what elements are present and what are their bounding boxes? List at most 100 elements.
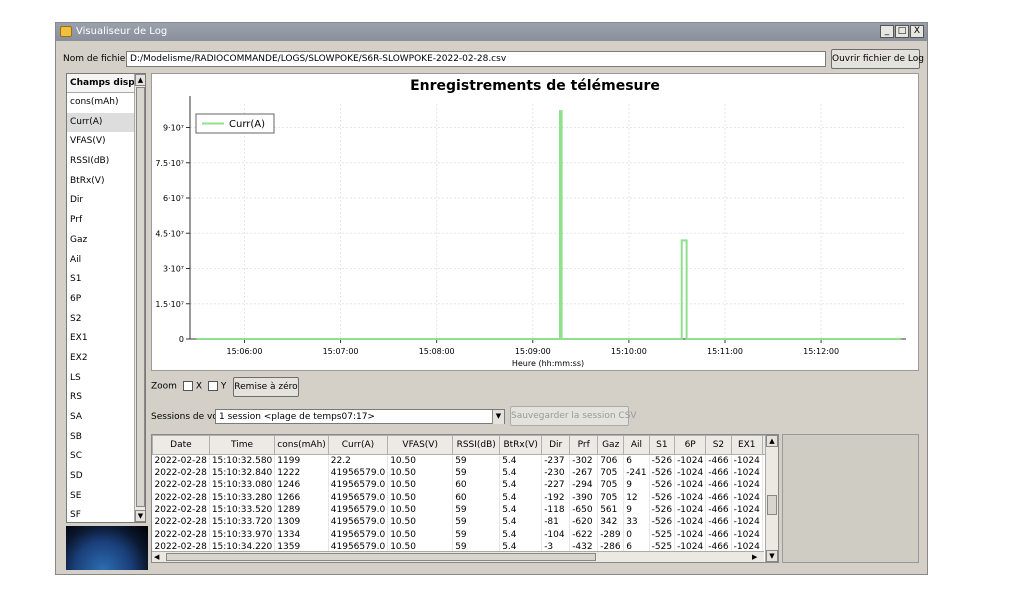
table-hscroll-thumb[interactable] (166, 553, 596, 561)
table-cell: 705 (597, 479, 625, 492)
column-header[interactable]: Ail (623, 435, 650, 455)
column-header[interactable]: Time (208, 435, 276, 455)
field-item[interactable]: S1 (67, 270, 134, 290)
field-item[interactable]: Curr(A) (67, 112, 134, 133)
zoom-x-checkbox[interactable] (182, 381, 193, 391)
column-header[interactable]: S1 (648, 435, 676, 455)
field-item[interactable]: Gaz (67, 231, 134, 251)
reset-zoom-button[interactable]: Remise à zéro (233, 377, 299, 397)
y-tick-label: 7.5·10⁷ (155, 159, 184, 168)
field-item[interactable]: BtRx(V) (67, 172, 134, 192)
field-item[interactable]: Dir (67, 191, 134, 211)
table-cell: -525 (649, 528, 676, 541)
save-session-csv-button[interactable]: Sauvegarder la session CSV (510, 406, 637, 426)
table-cell: -1024 (731, 491, 763, 504)
field-item[interactable]: RS (67, 388, 134, 408)
scroll-thumb[interactable] (136, 87, 145, 507)
field-item[interactable]: cons(mAh) (67, 93, 134, 113)
y-tick-label: 3·10⁷ (163, 265, 184, 274)
column-header[interactable]: EX1 (730, 435, 763, 455)
table-cell: -526 (649, 516, 676, 529)
field-item[interactable]: SD (67, 467, 134, 487)
zoom-y-checkbox[interactable] (207, 381, 218, 391)
table-cell: 41956579.0 (328, 479, 389, 492)
field-item[interactable]: RSSI(dB) (67, 152, 134, 172)
column-header[interactable]: Curr(A) (327, 435, 389, 455)
field-item[interactable]: SF (67, 506, 134, 522)
table-cell: 41956579.0 (328, 491, 389, 504)
field-item[interactable]: Prf (67, 211, 134, 231)
table-vscrollbar[interactable]: ▲ ▼ (765, 435, 778, 562)
column-header[interactable]: 6P (674, 435, 707, 455)
column-header[interactable]: VFAS(V) (387, 435, 454, 455)
table-cell: 15:10:33.080 (209, 479, 276, 492)
table-cell: 9 (623, 503, 650, 517)
table-cell: 59 (452, 454, 501, 467)
open-log-button[interactable]: Ouvrir fichier de Log (831, 49, 924, 69)
sessions-select[interactable]: 1 session <plage de temps07:17> ▼ (215, 409, 505, 424)
table-cell: -1024 (674, 491, 707, 504)
table-row[interactable]: 2022-02-28 15:10:33.080 1246 41956579.0 10.5… (152, 479, 778, 492)
field-item[interactable]: LS (67, 369, 134, 389)
table-cell: 5.4 (499, 467, 543, 480)
column-header[interactable]: Gaz (597, 435, 625, 455)
table-cell: 2022-02-28 (152, 528, 210, 541)
telemetry-table[interactable]: Date Time cons(mAh) Curr(A) VFAS(V) RSSI(dB) B… (151, 434, 779, 563)
maximize-button[interactable]: □ (895, 25, 909, 38)
table-row[interactable]: 2022-02-28 15:10:32.840 1222 41956579.0 10.5… (152, 467, 778, 480)
field-item[interactable]: SE (67, 487, 134, 507)
table-cell: -466 (705, 491, 732, 504)
close-button[interactable]: X (910, 25, 924, 38)
table-row[interactable]: 2022-02-28 15:10:33.720 1309 41956579.0 10.5… (152, 516, 778, 529)
scroll-right-icon[interactable]: ▶ (752, 552, 762, 562)
earth-image (66, 526, 148, 570)
field-item[interactable]: 6P (67, 290, 134, 310)
fields-scrollbar[interactable]: ▲ ▼ (134, 74, 145, 522)
table-hscrollbar[interactable]: ◀ ▶ (152, 551, 764, 562)
x-tick-label: 15:08:00 (419, 347, 455, 356)
table-cell: 342 (597, 516, 625, 529)
table-vscroll-thumb[interactable] (767, 495, 777, 515)
table-row[interactable]: 2022-02-28 15:10:33.970 1334 41956579.0 10.5… (152, 528, 778, 541)
fields-list[interactable]: Champs disponi cons(mAh)Curr(A)VFAS(V)RS… (66, 73, 146, 523)
field-item[interactable]: SB (67, 428, 134, 448)
field-item[interactable]: EX2 (67, 349, 134, 369)
table-cell: -1024 (674, 467, 707, 480)
scroll-down-icon[interactable]: ▼ (135, 510, 145, 522)
legend-label: Curr(A) (229, 119, 265, 130)
table-cell: 1309 (274, 516, 329, 529)
scroll-up-icon[interactable]: ▲ (135, 74, 145, 86)
table-scroll-down-icon[interactable]: ▼ (766, 550, 778, 562)
table-cell: 2022-02-28 (152, 467, 210, 480)
telemetry-chart[interactable]: Enregistrements de télémesure 0 1.5·10⁷ 3·1… (151, 73, 919, 371)
table-cell: -1024 (731, 528, 763, 541)
table-row[interactable]: 2022-02-28 15:10:33.520 1289 41956579.0 10.5… (152, 503, 778, 517)
field-item[interactable]: VFAS(V) (67, 132, 134, 152)
column-header[interactable]: BtRx(V) (499, 435, 543, 455)
field-item[interactable]: SC (67, 447, 134, 467)
table-row[interactable]: 2022-02-28 15:10:32.580 1199 22.2 10.50 59 5.4… (152, 454, 778, 467)
table-cell: -230 (541, 467, 571, 480)
window-title: Visualiseur de Log (76, 26, 168, 37)
field-item[interactable]: S2 (67, 310, 134, 330)
column-header[interactable]: Dir (541, 435, 571, 455)
field-item[interactable]: SA (67, 408, 134, 428)
column-header[interactable]: RSSI(dB) (452, 435, 501, 455)
chevron-down-icon[interactable]: ▼ (492, 410, 504, 424)
title-bar[interactable]: Visualiseur de Log _ □ X (56, 23, 927, 41)
minimize-button[interactable]: _ (880, 25, 894, 38)
field-item[interactable]: Ail (67, 251, 134, 271)
scroll-left-icon[interactable]: ◀ (154, 552, 164, 562)
column-header[interactable]: S2 (705, 435, 732, 455)
column-header[interactable]: Date (152, 435, 210, 455)
table-scroll-up-icon[interactable]: ▲ (766, 435, 778, 447)
column-header[interactable]: cons(mAh) (274, 435, 329, 455)
x-tick-label: 15:07:00 (323, 347, 359, 356)
table-cell: 59 (452, 528, 501, 541)
file-path-input[interactable]: D:/Modelisme/RADIOCOMMANDE/LOGS/SLOWPOKE… (126, 51, 826, 67)
x-tick-label: 15:06:00 (226, 347, 262, 356)
column-header[interactable]: Prf (569, 435, 599, 455)
table-row[interactable]: 2022-02-28 15:10:33.280 1266 41956579.0 10.5… (152, 491, 778, 504)
field-item[interactable]: EX1 (67, 329, 134, 349)
table-cell: -192 (541, 491, 571, 504)
